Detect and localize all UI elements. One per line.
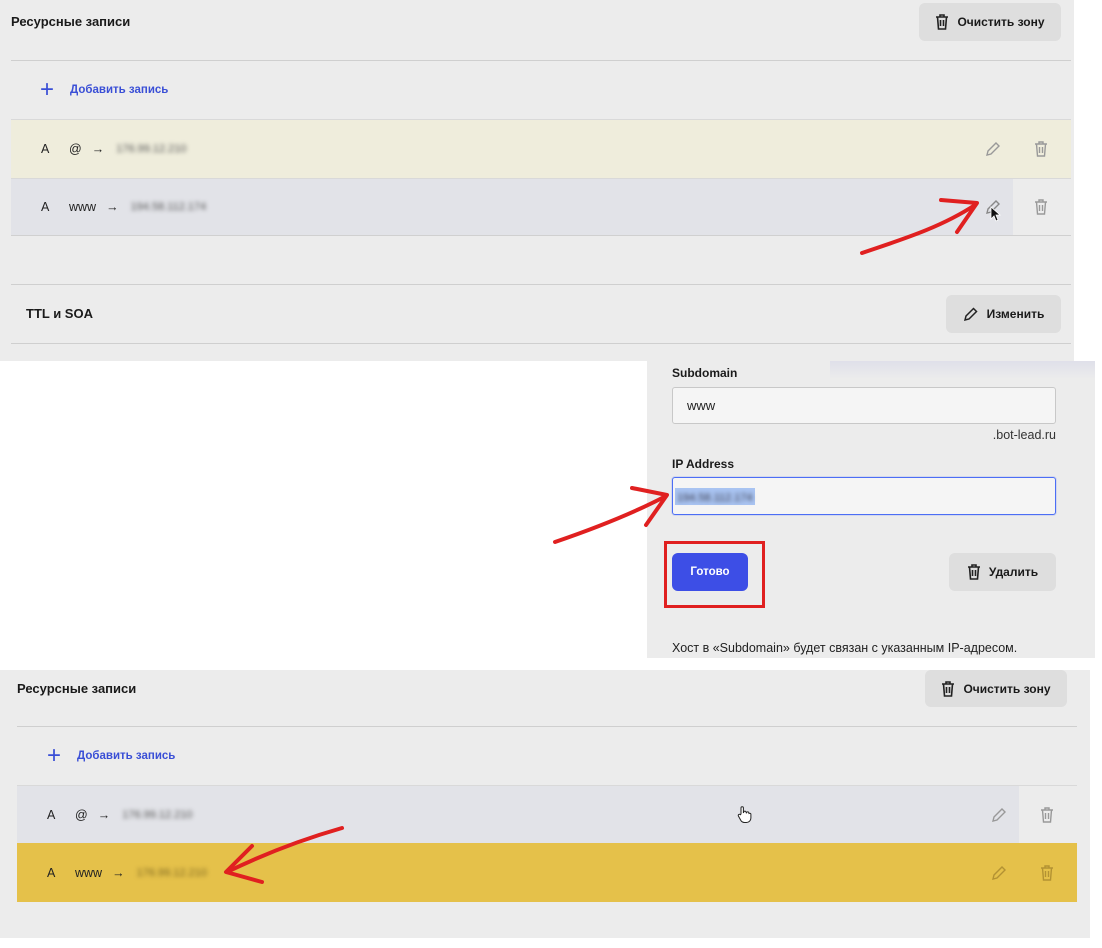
add-record-label: Добавить запись bbox=[70, 84, 169, 96]
cursor-icon bbox=[990, 206, 1002, 222]
record-type: A bbox=[47, 865, 56, 880]
pencil-icon bbox=[963, 307, 978, 322]
record-ip: 176.99.12.210 bbox=[136, 866, 207, 879]
divider bbox=[11, 343, 1071, 344]
arrow-icon: → bbox=[106, 200, 119, 214]
delete-button[interactable]: Удалить bbox=[949, 553, 1056, 591]
divider bbox=[17, 726, 1077, 727]
trash-icon bbox=[942, 680, 955, 697]
section-title: Ресурсные записи bbox=[17, 681, 137, 696]
add-record-label: Добавить запись bbox=[77, 750, 176, 762]
hand-cursor-icon bbox=[737, 806, 752, 823]
plus-icon: + bbox=[47, 742, 62, 769]
record-type: A bbox=[41, 142, 50, 156]
record-row-highlighted: A www → 176.99.12.210 bbox=[17, 843, 1077, 902]
record-row: A @ → 176.99.12.210 bbox=[17, 785, 1077, 843]
record-host: www bbox=[69, 200, 97, 214]
record-type: A bbox=[47, 807, 56, 822]
edit-button[interactable]: Изменить bbox=[946, 295, 1061, 333]
delete-label: Удалить bbox=[988, 565, 1039, 579]
clear-zone-button[interactable]: Очистить зону bbox=[925, 670, 1067, 707]
arrow-icon: → bbox=[97, 807, 111, 822]
add-record-button[interactable]: + Добавить запись bbox=[40, 78, 168, 102]
trash-icon bbox=[936, 14, 949, 30]
trash-icon bbox=[967, 564, 980, 580]
ip-address-selection: 194.58.112.174 bbox=[675, 487, 755, 505]
arrow-icon: → bbox=[112, 865, 125, 880]
add-record-button[interactable]: + Добавить запись bbox=[47, 744, 175, 768]
ttl-soa-title: TTL и SOA bbox=[26, 306, 93, 321]
ip-address-label: IP Address bbox=[672, 457, 735, 471]
section-title: Ресурсные записи bbox=[11, 14, 131, 29]
subdomain-input[interactable]: www bbox=[672, 387, 1056, 424]
record-ip: 194.58.112.174 bbox=[130, 201, 207, 213]
record-host: www bbox=[75, 865, 103, 880]
trash-icon[interactable] bbox=[1032, 140, 1050, 158]
ip-address-value: 194.58.112.174 bbox=[677, 491, 753, 504]
record-host: @ bbox=[75, 807, 88, 822]
record-ip: 176.99.12.210 bbox=[122, 808, 193, 821]
trash-icon[interactable] bbox=[1032, 198, 1050, 216]
trash-icon[interactable] bbox=[1038, 864, 1056, 882]
record-ip: 176.99.12.210 bbox=[116, 143, 187, 155]
hint-text: Хост в «Subdomain» будет связан с указан… bbox=[672, 641, 1018, 655]
record-row: A www → 194.58.112.174 bbox=[11, 178, 1071, 236]
divider bbox=[11, 284, 1071, 285]
pencil-icon[interactable] bbox=[984, 140, 1002, 158]
clear-zone-label: Очистить зону bbox=[957, 15, 1045, 29]
clear-zone-button[interactable]: Очистить зону bbox=[919, 3, 1061, 41]
pencil-icon[interactable] bbox=[990, 864, 1008, 882]
arrow-icon: → bbox=[91, 142, 105, 156]
record-type: A bbox=[41, 200, 50, 214]
record-row: A @ → 176.99.12.210 bbox=[11, 119, 1071, 178]
plus-icon: + bbox=[40, 76, 55, 103]
record-host: @ bbox=[69, 142, 82, 156]
ip-address-input[interactable]: 194.58.112.174 bbox=[672, 477, 1056, 515]
subdomain-value: www bbox=[687, 398, 716, 413]
domain-suffix: .bot-lead.ru bbox=[992, 428, 1056, 442]
form-shadow bbox=[830, 361, 1095, 379]
divider bbox=[11, 60, 1071, 61]
clear-zone-label: Очистить зону bbox=[963, 681, 1051, 696]
edit-label: Изменить bbox=[986, 307, 1045, 321]
trash-icon[interactable] bbox=[1038, 806, 1056, 824]
done-highlight-box bbox=[664, 541, 765, 608]
pencil-icon[interactable] bbox=[990, 806, 1008, 824]
subdomain-label: Subdomain bbox=[672, 366, 738, 380]
